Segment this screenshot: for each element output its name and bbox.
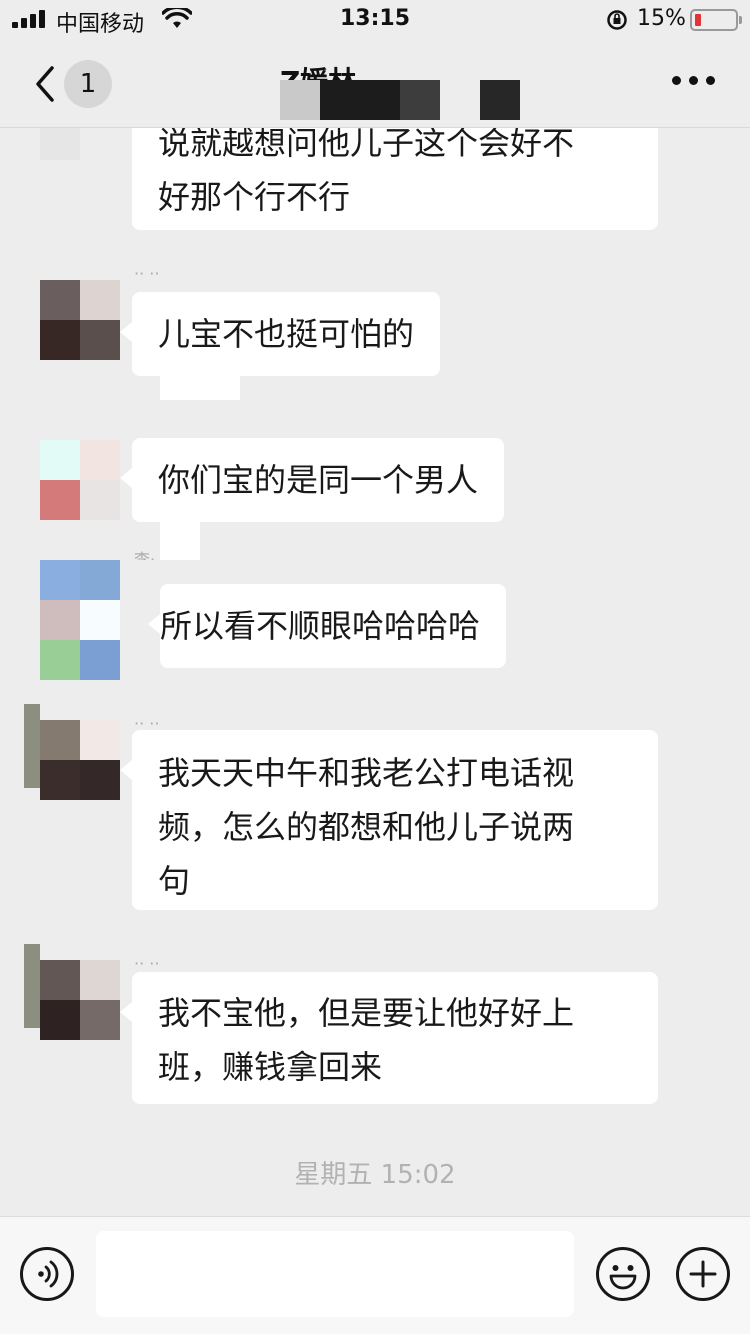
sender-name: ·· ··	[134, 954, 160, 968]
plus-icon[interactable]	[676, 1247, 730, 1301]
redaction-block	[400, 80, 440, 120]
avatar-peek	[24, 704, 40, 788]
unread-count-badge[interactable]: 1	[64, 60, 112, 108]
message-bubble[interactable]: 你们宝的是同一个男人	[119, 438, 505, 522]
avatar[interactable]	[40, 440, 120, 520]
avatar[interactable]	[40, 280, 120, 360]
message-text-line: 我天天中午和我老公打电话视	[158, 754, 575, 792]
message-timestamp: 星期五 15:02	[294, 1160, 456, 1190]
status-bar: 中国移动 13:15 15%	[0, 0, 750, 40]
message-text-line: 好那个行不行	[158, 178, 351, 216]
avatar[interactable]	[40, 960, 120, 1040]
message-text: 所以看不顺眼哈哈哈哈	[160, 607, 481, 645]
redaction-block	[160, 376, 240, 400]
message-text-line: 频，怎么的都想和他儿子说两	[158, 808, 575, 846]
chevron-left-icon[interactable]	[28, 62, 68, 106]
message-text-line: 班，赚钱拿回来	[158, 1048, 383, 1086]
message-input[interactable]	[96, 1231, 574, 1317]
message-bubble[interactable]: 所以看不顺眼哈哈哈哈	[147, 584, 507, 668]
sender-name: ·· ··	[134, 714, 160, 728]
redaction-block	[160, 522, 200, 560]
sender-name: 李·	[134, 550, 156, 560]
redaction-block	[480, 80, 520, 120]
battery-icon	[690, 9, 742, 31]
battery-percent: 15%	[637, 6, 686, 31]
chat-header: 1 Z媛林	[0, 40, 750, 128]
message-text-line: 我不宝他，但是要让他好好上	[158, 994, 575, 1032]
input-bar	[0, 1216, 750, 1334]
redaction-block	[280, 80, 320, 120]
avatar[interactable]	[40, 720, 120, 800]
redaction-block	[320, 80, 400, 120]
sender-name: ·· ··	[134, 264, 160, 278]
message-bubble[interactable]: 我天天中午和我老公打电话视 频，怎么的都想和他儿子说两 句	[120, 730, 658, 910]
voice-icon[interactable]	[20, 1247, 74, 1301]
message-bubble[interactable]: 儿宝不也挺可怕的	[119, 292, 441, 376]
more-dots-icon[interactable]	[672, 76, 716, 88]
avatar[interactable]	[40, 560, 120, 680]
message-text: 儿宝不也挺可怕的	[158, 315, 415, 353]
message-text-line: 句	[158, 862, 191, 900]
message-text: 你们宝的是同一个男人	[158, 461, 479, 499]
avatar-peek	[24, 944, 40, 1028]
rotation-lock-icon	[607, 10, 627, 30]
emoji-icon[interactable]	[596, 1247, 650, 1301]
message-bubble[interactable]: 我不宝他，但是要让他好好上 班，赚钱拿回来	[120, 972, 658, 1104]
